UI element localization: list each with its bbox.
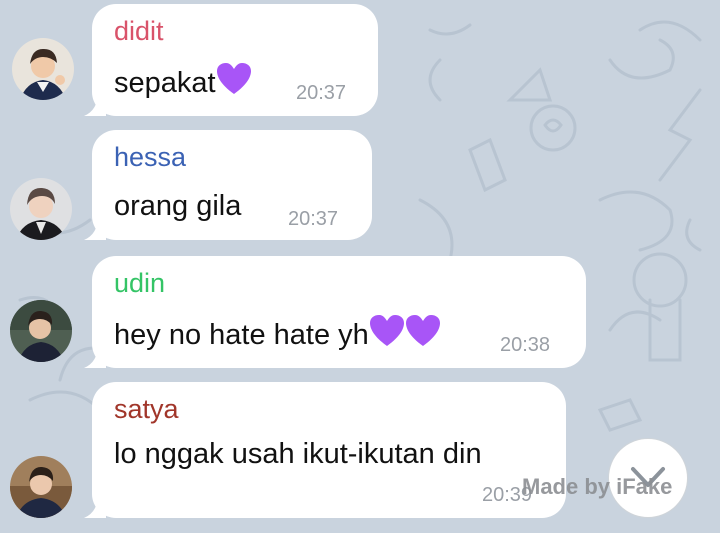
message-bubble[interactable]: hessa orang gila 20:37 [92,130,372,240]
message-text-content: sepakat [114,67,216,99]
avatar[interactable] [10,456,72,518]
message-time: 20:37 [288,208,339,230]
message-text-content: hey no hate hate yh [114,319,369,351]
avatar[interactable] [10,178,72,240]
avatar[interactable] [12,38,74,100]
watermark: Made by iFake [522,474,673,499]
sender-name: didit [114,16,164,46]
message-text: sepakat [114,62,252,100]
message-bubble[interactable]: didit sepakat 20:37 [92,4,378,116]
sender-name: hessa [114,142,187,172]
message-time: 20:37 [296,82,347,104]
message-text: hey no hate hate yh [114,314,441,352]
sender-name: udin [114,268,166,298]
message-bubble[interactable]: satya lo nggak usah ikut-ikutan din 20:3… [92,382,566,518]
message-text: lo nggak usah ikut-ikutan din [114,438,482,470]
message-time: 20:38 [500,334,551,356]
sender-name: satya [114,394,179,424]
message-bubble[interactable]: udin hey no hate hate yh 20:38 [92,256,586,368]
purple-heart-icon [216,63,251,94]
purple-heart-icon [405,315,440,346]
purple-heart-icon [369,315,404,346]
message-text: orang gila [114,190,242,222]
avatar[interactable] [10,300,72,362]
